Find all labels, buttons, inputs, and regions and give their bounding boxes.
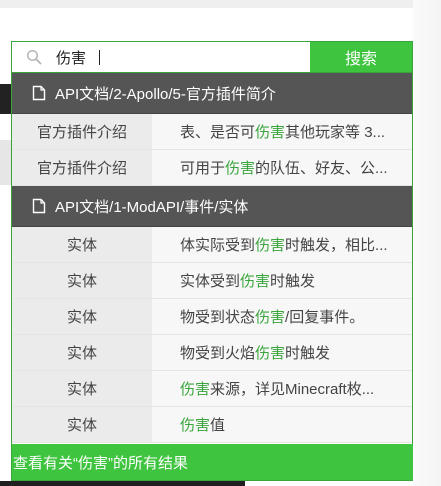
result-snippet: 实体受到 伤害 时触发 [152,263,412,298]
search-highlight: 伤害 [180,381,211,398]
search-bar: 搜索 [11,41,413,73]
page-bottom-bar [0,481,245,486]
group-title: API文档/2-Apollo/5-官方插件简介 [55,85,276,103]
search-highlight: 伤害 [240,273,271,290]
view-all-results-link[interactable]: 查看有关“伤害”的所有结果 [12,444,413,480]
result-row[interactable]: 实体 体实际受到 伤害 时触发，相比... [12,227,412,263]
search-highlight: 伤害 [225,160,256,177]
search-input[interactable] [56,48,286,66]
result-category: 实体 [12,371,152,406]
view-all-results-label: 查看有关“伤害”的所有结果 [13,454,188,472]
search-button[interactable]: 搜索 [310,42,412,72]
text-caret [99,50,100,65]
result-category: 官方插件介绍 [12,114,152,149]
search-suggestions-dropdown: API文档/2-Apollo/5-官方插件简介 官方插件介绍 表、是否可 伤害 其他… [11,73,413,481]
search-highlight: 伤害 [255,237,286,254]
search-highlight: 伤害 [255,345,286,362]
result-row[interactable]: 实体 伤害值 [12,407,412,443]
result-snippet: 伤害 来源，详见Minecraft枚... [152,371,412,406]
result-snippet: 表、是否可 伤害 其他玩家等 3... [152,114,412,149]
result-snippet: 体实际受到 伤害 时触发，相比... [152,227,412,262]
result-row[interactable]: 官方插件介绍 表、是否可 伤害 其他玩家等 3... [12,114,412,150]
result-snippet: 伤害值 [152,407,412,442]
group-title: API文档/1-ModAPI/事件/实体 [55,198,249,216]
result-row[interactable]: 实体 伤害 来源，详见Minecraft枚... [12,371,412,407]
document-icon [32,85,46,101]
result-snippet: 可用于 伤害 的队伍、好友、公... [152,150,412,185]
result-group-header[interactable]: API文档/1-ModAPI/事件/实体 [12,186,412,227]
result-snippet: 物受到状态 伤害/回复事件。 [152,299,412,334]
result-category: 实体 [12,299,152,334]
result-category: 实体 [12,407,152,442]
search-field[interactable] [12,42,310,72]
result-row[interactable]: 实体 物受到火焰 伤害 时触发 [12,335,412,371]
document-icon [32,198,46,214]
search-highlight: 伤害 [255,309,286,326]
result-category: 实体 [12,335,152,370]
result-category: 官方插件介绍 [12,150,152,185]
search-icon [26,49,42,65]
search-highlight: 伤害 [255,124,286,141]
search-highlight: 伤害 [180,417,211,434]
result-category: 实体 [12,227,152,262]
result-group-header[interactable]: API文档/2-Apollo/5-官方插件简介 [12,73,412,114]
result-row[interactable]: 实体 物受到状态 伤害/回复事件。 [12,299,412,335]
result-category: 实体 [12,263,152,298]
result-row[interactable]: 官方插件介绍 可用于 伤害 的队伍、好友、公... [12,150,412,186]
result-snippet: 物受到火焰 伤害 时触发 [152,335,412,370]
page-top-bar [0,0,413,8]
page-right-gutter [413,0,441,486]
result-row[interactable]: 实体 实体受到 伤害 时触发 [12,263,412,299]
